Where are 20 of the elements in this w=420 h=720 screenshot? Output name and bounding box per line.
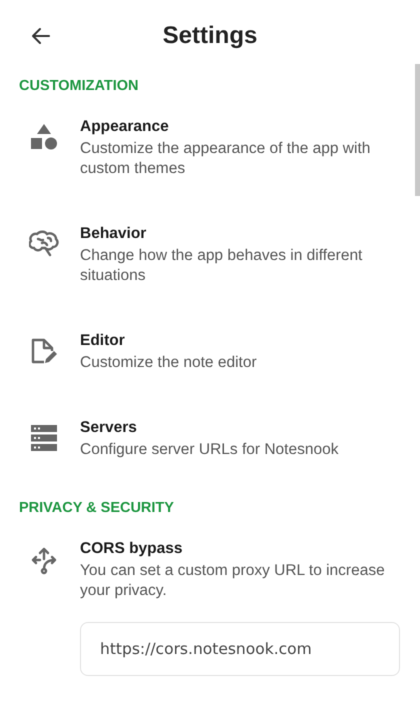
setting-title[interactable]: Editor bbox=[80, 331, 400, 351]
setting-description: Customize the appearance of the app with custom themes bbox=[80, 139, 372, 179]
setting-description: You can set a custom proxy URL to increase your privacy. bbox=[80, 561, 386, 601]
document-edit-icon bbox=[30, 337, 58, 365]
server-icon bbox=[31, 424, 57, 452]
setting-description: Customize the note editor bbox=[80, 353, 258, 373]
setting-title[interactable]: CORS bypass bbox=[80, 539, 400, 559]
setting-description: Configure server URLs for Notesnook bbox=[80, 440, 340, 460]
setting-description: Change how the app behaves in different situations bbox=[80, 246, 364, 286]
scrollbar[interactable] bbox=[415, 64, 420, 196]
page-title: Settings bbox=[162, 22, 258, 50]
section-heading: CUSTOMIZATION bbox=[18, 77, 140, 96]
setting-title[interactable]: Servers bbox=[80, 418, 400, 438]
split-arrows-icon bbox=[29, 545, 59, 575]
shapes-icon bbox=[30, 123, 58, 151]
proxy-url-field[interactable]: https://cors.notesnook.com bbox=[80, 622, 400, 676]
setting-title[interactable]: Appearance bbox=[80, 117, 400, 137]
brain-icon bbox=[29, 230, 59, 258]
setting-title[interactable]: Behavior bbox=[80, 224, 400, 244]
section-heading: PRIVACY & SECURITY bbox=[18, 499, 175, 518]
